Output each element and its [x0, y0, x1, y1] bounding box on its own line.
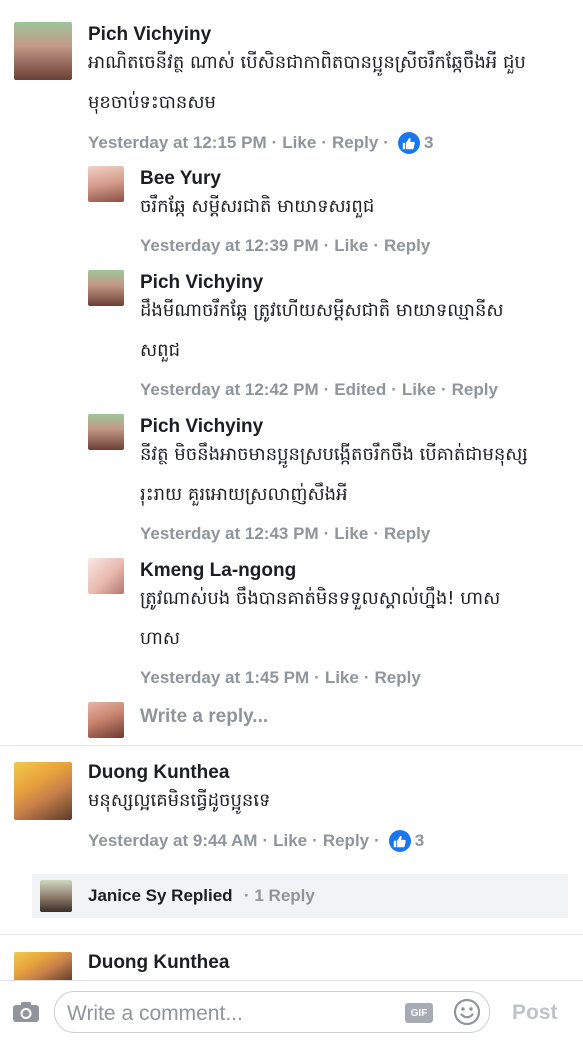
avatar[interactable]: [14, 952, 72, 982]
thumbs-up-icon: [397, 132, 420, 154]
reply-count[interactable]: · 1 Reply: [244, 886, 315, 906]
reply-author[interactable]: Pich Vichyiny: [140, 272, 263, 294]
avatar[interactable]: [88, 414, 124, 450]
gif-icon[interactable]: GIF: [405, 1003, 433, 1023]
comment-author[interactable]: Duong Kunthea: [88, 762, 229, 784]
reaction-count-value: 3: [414, 831, 425, 850]
comment-timestamp[interactable]: Yesterday at 9:44 AM: [88, 831, 257, 851]
avatar[interactable]: [14, 22, 72, 80]
reply-meta: Yesterday at 12:42 PM · Edited · Like · …: [140, 380, 498, 400]
like-link[interactable]: Like: [402, 380, 436, 400]
avatar: [88, 702, 124, 738]
reply-timestamp[interactable]: Yesterday at 12:39 PM: [140, 236, 319, 256]
avatar[interactable]: [88, 270, 124, 306]
post-button[interactable]: Post: [512, 1001, 558, 1025]
like-link[interactable]: Like: [334, 524, 368, 544]
reply-link[interactable]: Reply: [452, 380, 498, 400]
comment-author[interactable]: Duong Kunthea: [88, 952, 229, 974]
reply-link[interactable]: Reply: [384, 236, 430, 256]
reaction-count[interactable]: 3: [388, 830, 425, 852]
comment-composer: Write a comment... GIF Post: [0, 980, 583, 1041]
comment-text: មុខចាប់ទះបានសម: [88, 92, 216, 113]
write-reply-input[interactable]: Write a reply...: [140, 706, 268, 728]
edited-label[interactable]: Edited: [334, 380, 386, 400]
view-replies-bar[interactable]: Janice Sy Replied · 1 Reply: [32, 874, 568, 918]
comment-meta: Yesterday at 12:15 PM · Like · Reply · 3: [88, 132, 434, 154]
comment-timestamp[interactable]: Yesterday at 12:15 PM: [88, 133, 267, 153]
avatar[interactable]: [88, 166, 124, 202]
like-link[interactable]: Like: [334, 236, 368, 256]
comment-text: មនុស្សល្អគេមិនធ្វើដូចប្អូនទេ: [88, 790, 271, 811]
comment-meta: Yesterday at 9:44 AM · Like · Reply · 3: [88, 830, 425, 852]
like-link[interactable]: Like: [282, 133, 316, 153]
avatar: [40, 880, 72, 912]
divider: [0, 934, 583, 935]
like-link[interactable]: Like: [273, 831, 307, 851]
divider: [0, 745, 583, 746]
reply-author[interactable]: Pich Vichyiny: [140, 416, 263, 438]
reply-text: ហាស: [140, 628, 180, 649]
reaction-count-value: 3: [423, 133, 434, 152]
reply-meta: Yesterday at 12:43 PM · Like · Reply: [140, 524, 431, 544]
camera-icon[interactable]: [12, 1001, 40, 1023]
reply-link[interactable]: Reply: [384, 524, 430, 544]
reply-text: ត្រូវណាស់បង ចឹងបានគាត់មិនទទួលស្គាល់ហ្នឹង…: [140, 588, 501, 609]
reply-author[interactable]: Bee Yury: [140, 168, 221, 190]
reply-text: នីវត្ថ មិចនឹងអាចមានប្អូនស្របង្កើតចរឹកចឹង…: [140, 444, 528, 465]
reply-text: រុះរាយ គួរអោយស្រលាញ់សឹងអី: [140, 484, 348, 505]
reply-text: សពួជ: [140, 340, 180, 361]
reaction-count[interactable]: 3: [397, 132, 434, 154]
comment-placeholder: Write a comment...: [67, 1002, 243, 1025]
reply-text: ដឹងមីណាចរឹកឆ្កែ ត្រូវហើយសម្ដីសជាតិ មាយាទ…: [140, 300, 504, 321]
avatar[interactable]: [14, 762, 72, 820]
reply-timestamp[interactable]: Yesterday at 12:42 PM: [140, 380, 319, 400]
reply-meta: Yesterday at 1:45 PM · Like · Reply: [140, 668, 421, 688]
reply-text: ចរឹកឆ្កែ សម្ដីសរជាតិ មាយាទសរពួជ: [140, 196, 375, 217]
replied-author[interactable]: Janice Sy Replied: [88, 886, 233, 906]
comment-text: អាណិតចេនីវត្ថ ណាស់ បើសិនជាកាពិតបានប្អូនស…: [88, 52, 526, 73]
reply-link[interactable]: Reply: [375, 668, 421, 688]
like-link[interactable]: Like: [325, 668, 359, 688]
emoji-icon[interactable]: [453, 998, 481, 1026]
comment-author[interactable]: Pich Vichyiny: [88, 24, 211, 46]
thumbs-up-icon: [388, 830, 411, 852]
reply-meta: Yesterday at 12:39 PM · Like · Reply: [140, 236, 431, 256]
comment-input[interactable]: Write a comment... GIF: [54, 991, 490, 1033]
reply-link[interactable]: Reply: [323, 831, 369, 851]
reply-link[interactable]: Reply: [332, 133, 378, 153]
reply-author[interactable]: Kmeng La-ngong: [140, 560, 296, 582]
reply-timestamp[interactable]: Yesterday at 12:43 PM: [140, 524, 319, 544]
reply-timestamp[interactable]: Yesterday at 1:45 PM: [140, 668, 309, 688]
avatar[interactable]: [88, 558, 124, 594]
